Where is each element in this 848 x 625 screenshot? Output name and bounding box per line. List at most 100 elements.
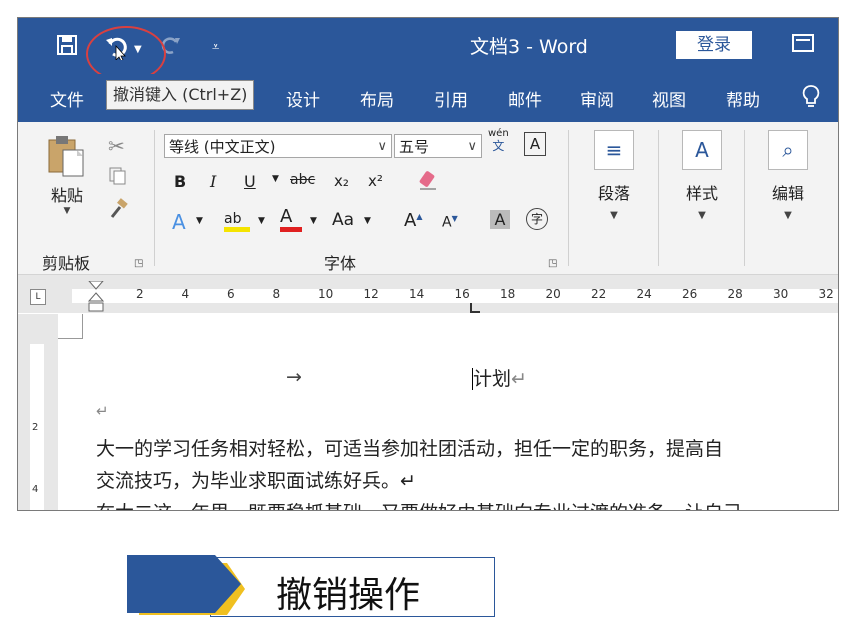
superscript-button[interactable]: x² (368, 172, 383, 190)
word-window: ▼ ⩡ 文档3 - Word 登录 文件 开始 插入 设计 布局 引用 邮件 审… (17, 17, 839, 511)
tab-design[interactable]: 设计 (286, 86, 320, 111)
separator (658, 130, 659, 266)
paragraph-mark: ↵ (511, 368, 527, 390)
tab-help[interactable]: 帮助 (726, 86, 760, 111)
paragraph-dropdown-icon: ▼ (610, 210, 618, 221)
cut-icon[interactable]: ✂ (108, 134, 125, 158)
undo-tooltip: 撤消键入 (Ctrl+Z) (106, 80, 255, 110)
font-size-combo[interactable]: 五号 ∨ (394, 134, 482, 158)
paragraph-3: 在大二这一年里，既要稳抓基础，又要做好由基础向专业过渡的准备，让自己 (96, 498, 742, 510)
separator (744, 130, 745, 266)
ruler-number: 4 (181, 287, 190, 301)
styles-icon: A (682, 130, 722, 170)
ruler-number: 8 (272, 287, 281, 301)
clipboard-group-label: 剪贴板 (42, 254, 91, 273)
tab-review[interactable]: 审阅 (580, 86, 614, 111)
phonetic-guide-icon[interactable]: wén 文 (488, 128, 509, 152)
editing-button[interactable]: ⌕ 编辑 ▼ (758, 130, 818, 221)
styles-button[interactable]: A 样式 ▼ (672, 130, 732, 221)
ruler-number: 14 (409, 287, 425, 301)
ruler-number: 12 (363, 287, 379, 301)
phonetic-bottom: 文 (492, 139, 505, 153)
format-painter-icon[interactable] (108, 198, 130, 224)
bold-button[interactable]: B (174, 172, 186, 191)
ruler-number: 10 (318, 287, 334, 301)
customize-qat-icon[interactable]: ⩡ (212, 36, 219, 60)
font-name-value: 等线 (中文正文) (169, 138, 276, 156)
clear-formatting-icon[interactable] (416, 168, 440, 196)
paragraph-button[interactable]: ≡ 段落 ▼ (584, 130, 644, 221)
ruler-number: 2 (136, 287, 144, 301)
paste-dropdown-icon: ▼ (63, 206, 71, 216)
heading-line: 计划↵ (472, 364, 527, 391)
shrink-font-button[interactable]: A▼ (442, 214, 458, 231)
paragraph-label: 段落 (597, 184, 630, 203)
caption-arrow-shape (127, 555, 245, 615)
ruler-number: 26 (682, 287, 698, 301)
text-effects-icon[interactable]: A (172, 210, 186, 234)
clipboard-icon (48, 136, 84, 177)
tab-file[interactable]: 文件 (50, 86, 84, 111)
vertical-ruler-number: 4 (32, 484, 39, 495)
document-title: 文档3 - Word (470, 36, 588, 58)
lightbulb-icon[interactable] (802, 84, 820, 113)
ruler-number: 32 (818, 287, 834, 301)
underline-button[interactable]: U (244, 172, 256, 191)
highlight-dropdown-icon[interactable]: ▼ (258, 216, 265, 226)
login-button[interactable]: 登录 (676, 31, 752, 59)
change-case-button[interactable]: Aa (332, 210, 354, 230)
font-color-button[interactable]: A (280, 206, 302, 232)
ruler-number: 30 (773, 287, 789, 301)
ruler-number: 6 (227, 287, 235, 301)
tab-references[interactable]: 引用 (434, 86, 468, 111)
ruler-number: 24 (636, 287, 652, 301)
paragraph-2: 交流技巧，为毕业求职面试练好兵。↵ (96, 470, 416, 492)
tab-layout[interactable]: 布局 (360, 86, 394, 111)
shrink-font-label: A (442, 214, 452, 231)
paste-button[interactable]: 粘贴 ▼ (46, 134, 88, 216)
strikethrough-button[interactable]: abc (290, 172, 315, 188)
ruler-number: 28 (727, 287, 743, 301)
font-group-label: 字体 (324, 254, 357, 273)
highlight-color-button[interactable]: ab (224, 208, 250, 232)
enclose-characters-button[interactable]: 字 (526, 208, 548, 230)
highlight-swatch (224, 227, 250, 232)
change-case-dropdown-icon[interactable]: ▼ (364, 216, 371, 226)
tab-mailings[interactable]: 邮件 (508, 86, 542, 111)
editing-label: 编辑 (771, 184, 804, 203)
chevron-down-icon: ∨ (377, 139, 387, 154)
font-color-label: A (280, 206, 293, 227)
font-launcher-icon[interactable]: ◳ (548, 258, 557, 269)
paragraph-icon: ≡ (594, 130, 634, 170)
font-color-dropdown-icon[interactable]: ▼ (310, 216, 317, 226)
horizontal-ruler: L 2 4 6 8 10 12 14 16 18 20 22 24 26 28 30 32 (18, 275, 838, 313)
grow-font-button[interactable]: A▲ (404, 210, 422, 231)
copy-icon[interactable] (108, 166, 128, 190)
tab-selector-icon[interactable]: L (30, 289, 46, 305)
paragraph-1: 大一的学习任务相对轻松，可适当参加社团活动，担任一定的职务，提高自 (96, 438, 724, 460)
font-name-combo[interactable]: 等线 (中文正文) ∨ (164, 134, 392, 158)
vertical-ruler: 2 4 (18, 314, 58, 510)
ribbon-home: 粘贴 ▼ ✂ 剪贴板 ◳ 等线 (中文正文) ∨ 五号 ∨ wén 文 A B … (18, 122, 838, 275)
tab-stop-marker[interactable] (470, 303, 480, 313)
ruler-number: 22 (591, 287, 607, 301)
ruler-number: 16 (454, 287, 470, 301)
highlight-label: ab (224, 211, 242, 227)
text-effects-dropdown-icon[interactable]: ▼ (196, 216, 203, 226)
font-color-swatch (280, 227, 302, 232)
italic-button[interactable]: I (210, 172, 216, 191)
title-bar: ▼ ⩡ 文档3 - Word 登录 (18, 18, 838, 82)
separator (568, 130, 569, 266)
page-corner-mark (58, 314, 83, 339)
subscript-button[interactable]: x₂ (334, 172, 349, 190)
document-body[interactable]: → 计划↵ ↵ 大一的学习任务相对轻松，可适当参加社团活动，担任一定的职务，提高… (58, 314, 838, 510)
underline-dropdown-icon[interactable]: ▼ (272, 174, 279, 184)
character-shading-button[interactable]: A (490, 210, 510, 229)
save-icon[interactable] (56, 34, 78, 62)
paste-label: 粘贴 (50, 186, 83, 205)
ribbon-display-options-icon[interactable] (792, 34, 814, 52)
clipboard-launcher-icon[interactable]: ◳ (134, 258, 143, 269)
caption-text: 撤销操作 (276, 575, 421, 616)
tab-view[interactable]: 视图 (652, 86, 686, 111)
character-border-icon[interactable]: A (524, 132, 546, 156)
